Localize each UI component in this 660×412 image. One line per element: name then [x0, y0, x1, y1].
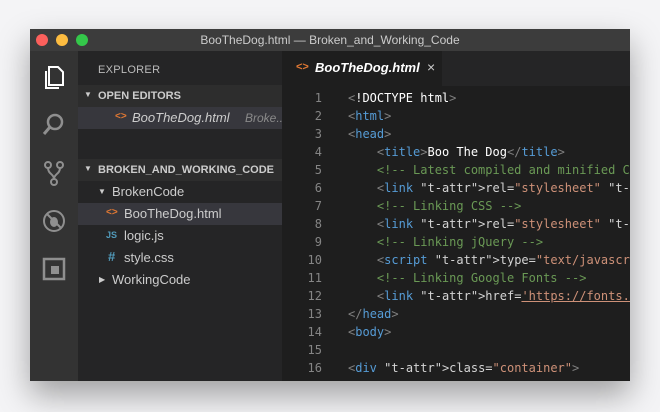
folder-collapsed-icon: ▶ — [99, 275, 106, 284]
line-number: 16 — [307, 361, 322, 375]
line-number: 9 — [314, 235, 322, 249]
code-line[interactable]: <body> — [348, 323, 391, 341]
window-title: BooTheDog.html — Broken_and_Working_Code — [200, 33, 460, 47]
code-editor[interactable]: 1234567891011121314151617 <!DOCTYPE html… — [282, 86, 630, 381]
code-line[interactable]: <script "t-attr">type="text/javascript" … — [348, 251, 630, 269]
css-file-icon: # — [108, 249, 116, 264]
code-line[interactable]: <head> — [348, 125, 391, 143]
folder-brokencode[interactable]: ▼ BrokenCode — [78, 181, 282, 203]
code-line[interactable]: <!-- Linking Google Fonts --> — [348, 269, 587, 287]
code-line[interactable]: <!-- Latest compiled and minified C — [348, 161, 630, 179]
line-number: 1 — [314, 91, 322, 105]
debug-icon[interactable] — [40, 207, 68, 235]
folder-expanded-icon: ▼ — [98, 187, 106, 196]
line-number: 7 — [314, 199, 322, 213]
code-line[interactable]: <html> — [348, 107, 391, 125]
code-line[interactable]: <link "t-attr">rel="stylesheet" "t-attr"… — [348, 179, 630, 197]
file-boothedog-html[interactable]: <> BooTheDog.html — [78, 203, 282, 225]
project-header[interactable]: ▼ BROKEN_AND_WORKING_CODE — [78, 159, 282, 181]
line-number: 17 — [282, 377, 322, 381]
close-tab-icon[interactable]: × — [427, 59, 435, 75]
line-number: 14 — [307, 325, 322, 339]
line-number: 4 — [314, 145, 322, 159]
code-line[interactable]: <!DOCTYPE html> — [348, 89, 456, 107]
line-number: 8 — [314, 217, 322, 231]
extensions-icon[interactable] — [40, 255, 68, 283]
title-bar: BooTheDog.html — Broken_and_Working_Code — [30, 29, 630, 51]
activity-bar — [30, 51, 78, 381]
html-file-icon: <> — [296, 61, 309, 73]
files-icon[interactable] — [40, 63, 68, 91]
line-number: 3 — [314, 127, 322, 141]
code-line[interactable]: <div "t-attr">class="container"> — [348, 359, 579, 377]
file-logic-js[interactable]: JS logic.js — [78, 225, 282, 247]
line-number: 12 — [307, 289, 322, 303]
file-style-css[interactable]: # style.css — [78, 247, 282, 269]
line-number: 13 — [307, 307, 322, 321]
html-file-icon: <> — [115, 111, 127, 122]
tab-boothedog-html[interactable]: <> BooTheDog.html × — [282, 51, 442, 86]
html-file-icon: <> — [106, 207, 118, 218]
line-number: 10 — [307, 253, 322, 267]
line-number: 2 — [314, 109, 322, 123]
explorer-title: EXPLORER — [98, 64, 161, 76]
code-line[interactable]: </head> — [348, 305, 399, 323]
explorer-sidebar: EXPLORER ▼ OPEN EDITORS <> BooTheDog.htm… — [78, 51, 286, 381]
collapse-arrow-icon: ▼ — [84, 90, 92, 99]
js-file-icon: JS — [106, 230, 118, 240]
editor-tab-bar: <> BooTheDog.html × — [282, 51, 630, 86]
code-line[interactable]: <title>Boo The Dog</title> — [348, 143, 565, 161]
search-icon[interactable] — [40, 111, 68, 139]
editor-window: BooTheDog.html — Broken_and_Working_Code… — [30, 29, 630, 381]
code-line[interactable]: <link "t-attr">rel="stylesheet" "t-attr"… — [348, 215, 630, 233]
line-number: 11 — [307, 271, 322, 285]
source-control-icon[interactable] — [40, 159, 68, 187]
open-editor-item[interactable]: <> BooTheDog.html Broke... — [78, 107, 286, 129]
code-line[interactable]: <link "t-attr">href='https://fonts.googl… — [348, 287, 630, 305]
line-number: 15 — [307, 343, 322, 357]
line-number: 5 — [314, 163, 322, 177]
collapse-arrow-icon: ▼ — [84, 164, 92, 173]
open-editors-header[interactable]: ▼ OPEN EDITORS — [78, 85, 282, 107]
code-line[interactable]: <!-- Linking CSS --> — [348, 197, 522, 215]
tab-label: BooTheDog.html — [315, 60, 420, 75]
folder-workingcode[interactable]: ▶ WorkingCode — [78, 269, 282, 291]
code-line[interactable]: <!-- Linking jQuery --> — [348, 233, 543, 251]
line-number: 6 — [314, 181, 322, 195]
